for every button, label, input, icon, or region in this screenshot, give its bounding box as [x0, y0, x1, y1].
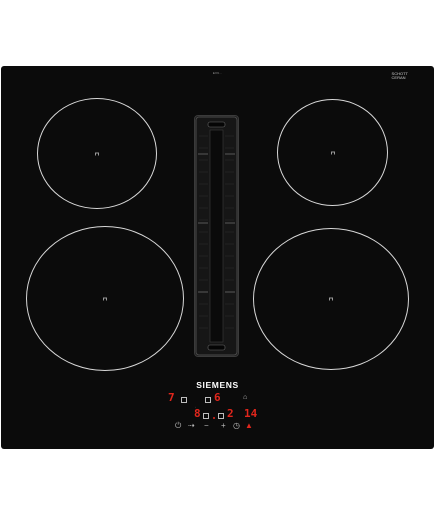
cooking-zone-front-left[interactable] — [26, 226, 184, 371]
plus-button[interactable]: + — [221, 422, 226, 430]
zone-marker-icon — [103, 297, 107, 300]
power-level-rear-right: 6 — [214, 391, 221, 404]
zone-select-front-left-icon[interactable] — [203, 413, 209, 419]
zone-select-rear-right-icon[interactable] — [205, 397, 211, 403]
zone-select-front-right-icon[interactable] — [218, 413, 224, 419]
wipe-protect-icon[interactable]: ⇢ — [188, 422, 195, 430]
zone-marker-icon — [329, 297, 333, 301]
timer-icon[interactable]: ◷ — [233, 422, 240, 430]
active-indicator-icon — [213, 417, 215, 419]
extraction-icon[interactable]: ▲ — [245, 422, 253, 430]
power-icon[interactable]: ⏻ — [175, 422, 181, 430]
glass-maker-line-2: CERAN — [391, 75, 406, 80]
induction-hob: EV6... SCHOTT CERAN SIEMENS 7 6 ◦ 8 2 14… — [1, 66, 434, 449]
vent-grille-icon — [195, 116, 238, 356]
model-code: EV6... — [212, 71, 223, 75]
power-level-rear-left: 7 — [168, 391, 175, 404]
minus-button[interactable]: − — [204, 422, 209, 430]
bell-icon: ⌂ — [243, 394, 248, 401]
control-touch-row: ⏻ ⇢ − + ◷ ▲ — [173, 422, 273, 434]
glass-maker-logo: SCHOTT CERAN — [392, 72, 408, 82]
cooking-zone-rear-left[interactable] — [37, 98, 157, 209]
zone-select-rear-left-icon[interactable] — [181, 397, 187, 403]
downdraft-vent[interactable] — [194, 115, 239, 357]
cooking-zone-front-right[interactable] — [253, 228, 409, 370]
power-level-front-right: 2 — [227, 407, 234, 420]
zone-marker-icon — [330, 151, 335, 154]
power-level-front-left: 8 — [194, 407, 201, 420]
extraction-level-display: 14 — [244, 407, 258, 420]
brand-logo: SIEMENS — [196, 380, 239, 390]
cooking-zone-rear-right[interactable] — [277, 99, 388, 206]
zone-marker-icon — [95, 152, 99, 155]
